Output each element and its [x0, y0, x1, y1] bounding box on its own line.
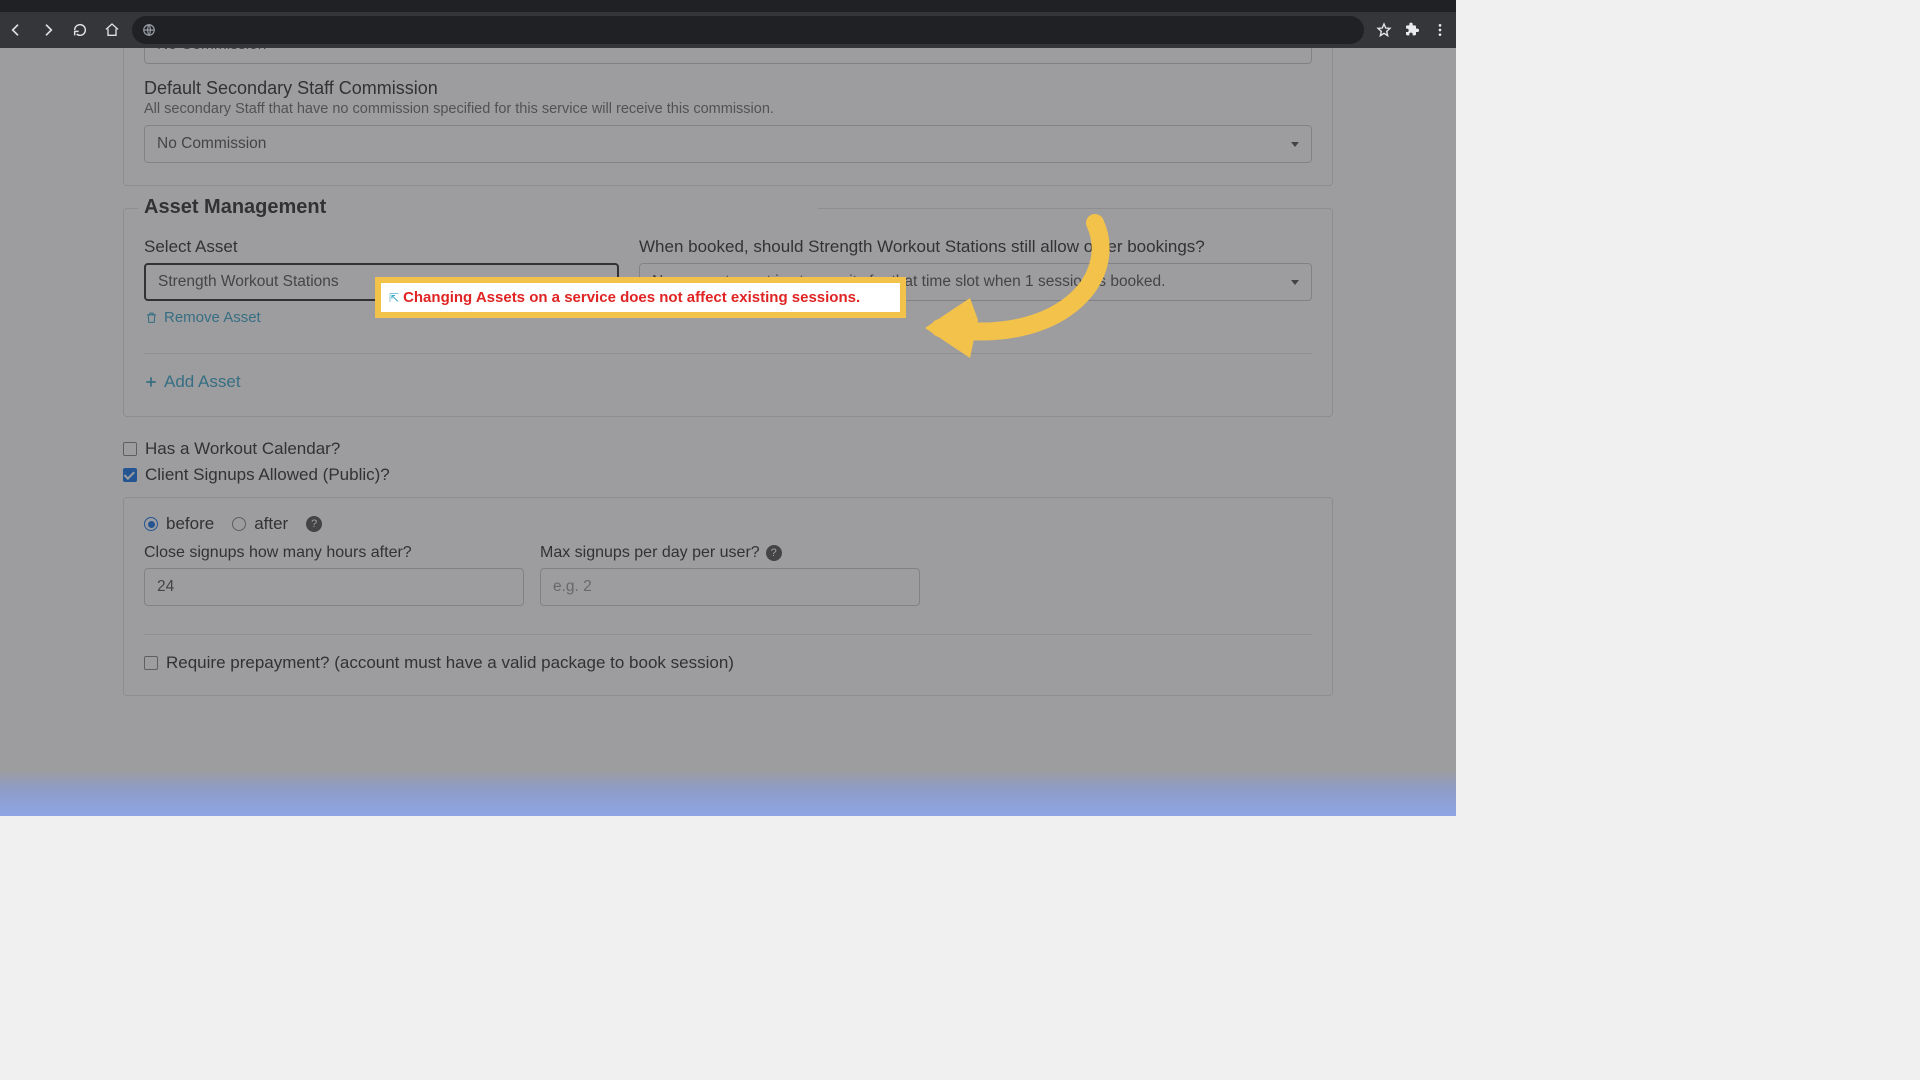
close-signups-input[interactable]: 24: [144, 568, 524, 606]
plus-icon: [144, 375, 158, 389]
radio-before-label: before: [166, 514, 214, 534]
workout-calendar-label: Has a Workout Calendar?: [145, 439, 340, 459]
secondary-commission-value: No Commission: [157, 135, 266, 153]
secondary-commission-help: All secondary Staff that have no commiss…: [144, 101, 1312, 117]
radio-before-option[interactable]: before: [144, 514, 214, 534]
require-prepayment-label: Require prepayment? (account must have a…: [166, 653, 734, 673]
help-icon[interactable]: ?: [766, 545, 782, 561]
require-prepayment-row[interactable]: Require prepayment? (account must have a…: [144, 653, 1312, 673]
trash-icon: [144, 311, 158, 325]
secondary-commission-select[interactable]: No Commission: [144, 125, 1312, 163]
commission-fieldset: No Commission Default Secondary Staff Co…: [123, 48, 1333, 186]
star-icon[interactable]: [1376, 22, 1392, 38]
add-asset-text: Add Asset: [164, 372, 241, 392]
require-prepayment-checkbox[interactable]: [144, 656, 158, 670]
add-asset-link[interactable]: Add Asset: [144, 372, 241, 392]
asset-warning-text: Changing Assets on a service does not af…: [403, 289, 860, 306]
radio-before[interactable]: [144, 517, 158, 531]
signup-settings-fieldset: before after ? Close signups how many ho…: [123, 497, 1333, 696]
radio-after-option[interactable]: after: [232, 514, 288, 534]
close-signups-label: Close signups how many hours after?: [144, 544, 524, 562]
browser-toolbar: [0, 12, 1456, 48]
chevron-down-icon: [1291, 142, 1299, 147]
close-signups-value: 24: [157, 578, 174, 596]
extensions-icon[interactable]: [1404, 22, 1420, 38]
reload-icon[interactable]: [72, 22, 88, 38]
back-icon[interactable]: [8, 22, 24, 38]
client-signups-label: Client Signups Allowed (Public)?: [145, 465, 390, 485]
max-signups-label-row: Max signups per day per user? ?: [540, 544, 920, 562]
max-signups-placeholder: e.g. 2: [553, 578, 592, 596]
secondary-commission-label: Default Secondary Staff Commission: [144, 78, 1312, 99]
divider: [144, 634, 1312, 635]
address-bar[interactable]: [132, 16, 1364, 44]
max-signups-label: Max signups per day per user?: [540, 544, 760, 562]
primary-commission-select[interactable]: No Commission: [144, 48, 1312, 64]
forward-icon[interactable]: [40, 22, 56, 38]
workout-calendar-checkbox[interactable]: [123, 442, 137, 456]
primary-commission-value: No Commission: [157, 48, 266, 54]
globe-icon: [142, 23, 156, 37]
home-icon[interactable]: [104, 22, 120, 38]
help-icon[interactable]: ?: [306, 516, 322, 532]
asset-legend-text: Asset Management: [144, 196, 326, 219]
remove-asset-text: Remove Asset: [164, 309, 261, 326]
select-asset-value: Strength Workout Stations: [158, 273, 339, 291]
expand-icon: ⇱: [389, 291, 399, 305]
menu-icon[interactable]: [1432, 22, 1448, 38]
annotation-arrow-icon: [870, 208, 1150, 378]
select-asset-label: Select Asset: [144, 237, 619, 257]
chevron-down-icon: [1291, 280, 1299, 285]
workout-calendar-row[interactable]: Has a Workout Calendar?: [123, 439, 1333, 459]
remove-asset-link[interactable]: Remove Asset: [144, 309, 261, 326]
max-signups-input[interactable]: e.g. 2: [540, 568, 920, 606]
client-signups-row[interactable]: Client Signups Allowed (Public)?: [123, 465, 1333, 485]
browser-tab-strip: [0, 0, 1456, 12]
asset-legend: Asset Management: [138, 195, 818, 219]
radio-after-label: after: [254, 514, 288, 534]
asset-warning-highlight: ⇱ Changing Assets on a service does not …: [375, 277, 906, 318]
radio-after[interactable]: [232, 517, 246, 531]
bottom-gradient-decoration: [0, 770, 1456, 816]
client-signups-checkbox[interactable]: [123, 468, 137, 482]
